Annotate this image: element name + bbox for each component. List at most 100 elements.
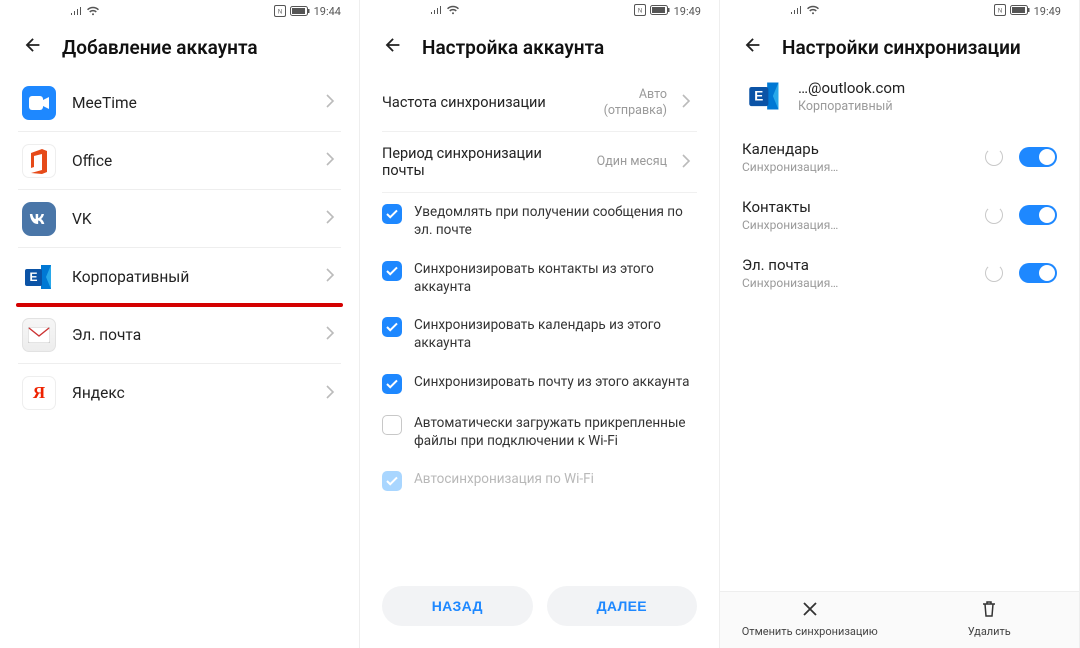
account-info[interactable]: E …@outlook.com Корпоративный (720, 74, 1079, 128)
office-icon (22, 144, 56, 178)
signal-icon (430, 5, 442, 18)
account-item-vk[interactable]: VK (18, 190, 341, 248)
account-type: Корпоративный (798, 99, 905, 114)
screen-add-account: N 19:44 Добавление аккаунта MeeTime Offi… (0, 0, 360, 648)
chevron-right-icon (325, 151, 341, 170)
check-label: Синхронизировать почту из этого аккаунта (414, 373, 697, 391)
checkbox-icon[interactable] (382, 415, 402, 435)
footer-buttons: НАЗАД ДАЛЕЕ (360, 572, 719, 648)
screen-sync-settings: N 19:49 Настройки синхронизации E …@outl… (720, 0, 1080, 648)
setting-sync-period[interactable]: Период синхронизации почты Один месяц (382, 132, 697, 193)
sync-title: Контакты (742, 198, 975, 216)
meetime-icon (22, 86, 56, 120)
sync-list: Календарь Синхронизация… Контакты Синхро… (720, 128, 1079, 302)
signal-icon (790, 5, 802, 18)
setting-value: Авто (отправка) (604, 87, 667, 118)
account-label: Эл. почта (72, 326, 141, 344)
status-bar: N 19:44 (0, 0, 359, 22)
wifi-icon (446, 5, 460, 18)
chevron-right-icon (325, 325, 341, 344)
page-title: Добавление аккаунта (62, 36, 258, 59)
sync-subtitle: Синхронизация… (742, 160, 975, 174)
check-label: Автосинхронизация по Wi-Fi (414, 470, 697, 488)
chevron-right-icon (325, 93, 341, 112)
wifi-icon (806, 5, 820, 18)
check-sync-contacts[interactable]: Синхронизировать контакты из этого аккау… (382, 250, 697, 306)
check-label: Синхронизировать календарь из этого акка… (414, 316, 697, 352)
sync-item-calendar[interactable]: Календарь Синхронизация… (742, 128, 1057, 186)
battery-icon (290, 6, 310, 16)
delete-button[interactable]: Удалить (900, 592, 1080, 648)
bottom-action-bar: Отменить синхронизацию Удалить (720, 591, 1079, 648)
checkbox-icon[interactable] (382, 261, 402, 281)
next-button[interactable]: ДАЛЕЕ (547, 586, 698, 626)
exchange-icon: E (746, 78, 784, 114)
header: Добавление аккаунта (0, 22, 359, 74)
toggle-switch[interactable] (1019, 263, 1057, 283)
sync-subtitle: Синхронизация… (742, 276, 975, 290)
account-label: Яндекс (72, 384, 125, 402)
back-icon[interactable] (22, 34, 44, 60)
check-label: Синхронизировать контакты из этого аккау… (414, 260, 697, 296)
sync-spinner-icon (985, 148, 1003, 166)
account-label: Office (72, 152, 112, 170)
page-title: Настройки синхронизации (782, 36, 1021, 59)
account-item-email[interactable]: Эл. почта (18, 306, 341, 364)
checkbox-icon[interactable] (382, 204, 402, 224)
screen-account-setup: N 19:49 Настройка аккаунта Частота синхр… (360, 0, 720, 648)
check-notify-email[interactable]: Уведомлять при получении сообщения по эл… (382, 193, 697, 249)
status-bar: N 19:49 (360, 0, 719, 22)
close-icon (801, 600, 819, 621)
chevron-right-icon (325, 209, 341, 228)
account-label: VK (72, 210, 92, 228)
svg-text:N: N (997, 8, 1001, 14)
account-list: MeeTime Office VK E Корпоративный (0, 74, 359, 422)
battery-icon (1010, 5, 1030, 18)
back-icon[interactable] (382, 34, 404, 60)
toggle-switch[interactable] (1019, 147, 1057, 167)
sync-title: Эл. почта (742, 256, 975, 274)
svg-text:E: E (29, 270, 37, 284)
svg-text:E: E (754, 89, 763, 104)
account-label: MeeTime (72, 94, 137, 112)
sync-item-email[interactable]: Эл. почта Синхронизация… (742, 244, 1057, 302)
account-item-exchange[interactable]: E Корпоративный (18, 248, 341, 306)
setting-sync-frequency[interactable]: Частота синхронизации Авто (отправка) (382, 74, 697, 132)
cancel-sync-button[interactable]: Отменить синхронизацию (720, 592, 900, 648)
check-sync-calendar[interactable]: Синхронизировать календарь из этого акка… (382, 306, 697, 362)
mail-icon (22, 318, 56, 352)
chevron-right-icon (325, 384, 341, 403)
back-icon[interactable] (742, 34, 764, 60)
page-title: Настройка аккаунта (422, 36, 604, 59)
status-time: 19:49 (674, 5, 701, 18)
account-item-yandex[interactable]: Я Яндекс (18, 364, 341, 422)
svg-text:N: N (277, 10, 281, 16)
check-autosync-wifi: Автосинхронизация по Wi-Fi (382, 460, 697, 501)
nfc-icon: N (274, 5, 286, 17)
account-label: Корпоративный (72, 268, 189, 286)
nfc-icon: N (994, 4, 1006, 19)
toggle-switch[interactable] (1019, 205, 1057, 225)
check-auto-download-wifi[interactable]: Автоматически загружать прикрепленные фа… (382, 404, 697, 460)
nfc-icon: N (634, 4, 646, 19)
sync-item-contacts[interactable]: Контакты Синхронизация… (742, 186, 1057, 244)
sync-subtitle: Синхронизация… (742, 218, 975, 232)
svg-text:N: N (637, 8, 641, 14)
chevron-right-icon (681, 153, 697, 172)
status-bar: N 19:49 (720, 0, 1079, 22)
check-label: Уведомлять при получении сообщения по эл… (414, 203, 697, 239)
checkbox-icon (382, 471, 402, 491)
sync-title: Календарь (742, 140, 975, 158)
sync-spinner-icon (985, 264, 1003, 282)
checkbox-icon[interactable] (382, 374, 402, 394)
account-email: …@outlook.com (798, 79, 905, 97)
account-item-meetime[interactable]: MeeTime (18, 74, 341, 132)
checkbox-icon[interactable] (382, 317, 402, 337)
status-time: 19:44 (314, 5, 341, 18)
trash-icon (980, 600, 998, 621)
check-sync-mail[interactable]: Синхронизировать почту из этого аккаунта (382, 363, 697, 404)
back-button[interactable]: НАЗАД (382, 586, 533, 626)
action-label: Удалить (968, 625, 1011, 638)
wifi-icon (86, 6, 100, 16)
account-item-office[interactable]: Office (18, 132, 341, 190)
